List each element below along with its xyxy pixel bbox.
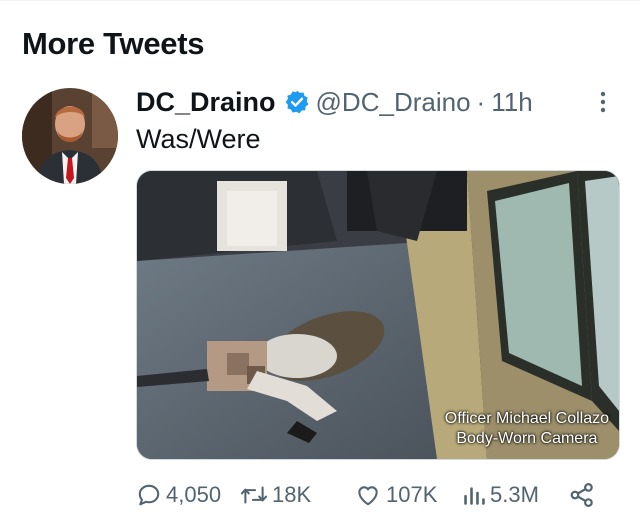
retweet-count: 18K: [272, 482, 312, 507]
tweet-text: Was/Were: [136, 124, 261, 154]
tweet-header: DC_Draino @DC_Draino · 11h: [136, 84, 533, 120]
view-count: 5.3M: [490, 482, 539, 507]
avatar[interactable]: [22, 88, 118, 184]
retweet-button[interactable]: 18K: [240, 478, 311, 512]
caption-officer: Officer Michael Collazo: [444, 410, 609, 427]
reply-icon: [138, 484, 160, 506]
video-caption: Officer Michael Collazo Body-Worn Camera: [445, 409, 609, 449]
share-icon: [570, 483, 593, 507]
analytics-icon: [464, 487, 485, 505]
more-dots-icon: [600, 91, 606, 113]
section-title: More Tweets: [22, 26, 205, 61]
top-divider: [0, 0, 640, 1]
caption-camera: Body-Worn Camera: [456, 430, 598, 447]
like-count: 107K: [386, 482, 438, 507]
views-button[interactable]: 5.3M: [462, 478, 539, 512]
reply-button[interactable]: 4,050: [136, 478, 221, 512]
more-options-button[interactable]: [596, 88, 610, 116]
separator-dot: ·: [476, 86, 486, 117]
tweet-timestamp[interactable]: 11h: [491, 87, 532, 118]
like-button[interactable]: 107K: [354, 478, 437, 512]
retweet-icon: [240, 486, 268, 504]
reply-count: 4,050: [166, 482, 222, 507]
user-handle[interactable]: @DC_Draino: [316, 87, 471, 118]
tweet-media[interactable]: Officer Michael Collazo Body-Worn Camera: [136, 170, 620, 460]
avatar-image: [22, 88, 118, 184]
share-button[interactable]: [568, 478, 600, 512]
verified-badge-icon: [285, 90, 308, 114]
tweet-actions: 4,050 18K 107K 5.3M: [136, 478, 606, 512]
display-name[interactable]: DC_Draino: [136, 87, 276, 118]
heart-icon: [358, 486, 378, 506]
